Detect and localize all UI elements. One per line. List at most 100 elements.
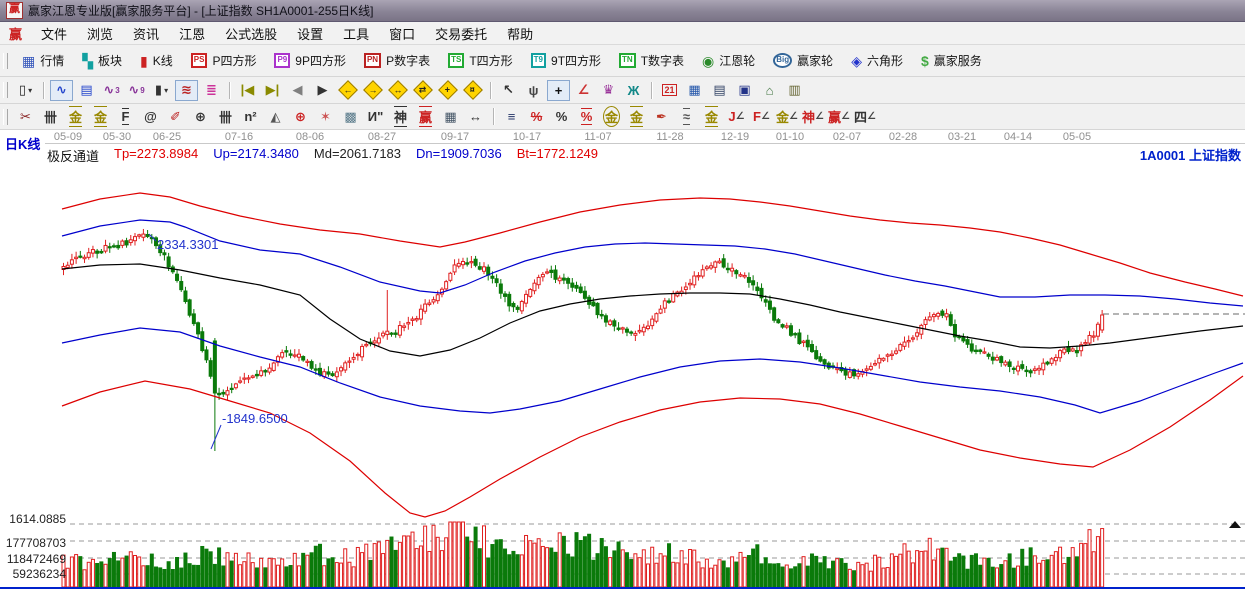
scroll-right-button[interactable]: ▶: [311, 80, 334, 101]
wave-band-button[interactable]: ≈: [675, 106, 698, 127]
mirror-angle-button[interactable]: ◭: [264, 106, 287, 127]
hexagon-button[interactable]: ◈六角形: [842, 50, 912, 71]
chart-canvas[interactable]: [0, 130, 1245, 589]
menu-help[interactable]: 帮助: [497, 22, 543, 45]
candle-style-selector[interactable]: ▮▾: [150, 80, 173, 101]
jump-first-button[interactable]: |◀: [236, 80, 259, 101]
t-number-table-button[interactable]: TNT数字表: [610, 50, 693, 71]
pattern-marker-button[interactable]: ≋: [175, 80, 198, 101]
memo-button[interactable]: ▤: [708, 80, 731, 101]
title-bar[interactable]: 赢 赢家江恩专业版[赢家服务平台] - [上证指数 SH1A0001-255日K…: [0, 0, 1245, 22]
f-angle-button[interactable]: F∠: [750, 106, 773, 127]
span-measure-button[interactable]: ↔: [464, 106, 487, 127]
save-icon: ▣: [738, 82, 750, 98]
crosshair-tool-button[interactable]: +: [547, 80, 570, 101]
gold-band-button[interactable]: 金: [700, 106, 723, 127]
menu-file[interactable]: 文件: [31, 22, 77, 45]
gann-clock-button[interactable]: ⊕: [189, 106, 212, 127]
menu-tools[interactable]: 工具: [333, 22, 379, 45]
toolbar-grip[interactable]: [3, 109, 8, 125]
save-button[interactable]: ▣: [733, 80, 756, 101]
knife-tool-button[interactable]: ✂: [14, 106, 37, 127]
market-quotes-button[interactable]: ▦行情: [13, 50, 73, 71]
sectors-button[interactable]: ▚板块: [73, 50, 131, 71]
jump-last-button[interactable]: ▶|: [261, 80, 284, 101]
toolbar-button-label: K线: [153, 52, 173, 69]
spiral-button[interactable]: @: [139, 106, 162, 127]
grid-burst-button[interactable]: ▩: [339, 106, 362, 127]
gold-price-button[interactable]: 金: [89, 106, 112, 127]
menu-browse[interactable]: 浏览: [77, 22, 123, 45]
wave-9-button[interactable]: ∿9: [125, 80, 148, 101]
shen-angle-button[interactable]: 神∠: [801, 106, 825, 127]
percent-slash-button[interactable]: %: [525, 106, 548, 127]
toolbar-grip[interactable]: [3, 53, 8, 69]
remote-button[interactable]: ▥: [783, 80, 806, 101]
percent-button[interactable]: %: [550, 106, 573, 127]
zoom-out-x-button[interactable]: ←: [336, 80, 359, 101]
info-panel-button[interactable]: ▤: [75, 80, 98, 101]
menu-trade[interactable]: 交易委托: [425, 22, 497, 45]
p-square-button[interactable]: PSP四方形: [182, 50, 266, 71]
gold-angle-button[interactable]: 金∠: [775, 106, 799, 127]
menu-window[interactable]: 窗口: [379, 22, 425, 45]
ying-angle-button[interactable]: 赢∠: [827, 106, 851, 127]
calculator-button[interactable]: ▦: [683, 80, 706, 101]
winner-service-button[interactable]: $赢家服务: [912, 50, 991, 71]
f-ruler-button[interactable]: F: [114, 106, 137, 127]
p-number-table-button[interactable]: PNP数字表: [355, 50, 439, 71]
winner-wheel-button[interactable]: Big赢家轮: [764, 50, 842, 71]
target-button[interactable]: ⊕: [289, 106, 312, 127]
gann-flower-button[interactable]: ♛: [597, 80, 620, 101]
zigzag-overlay-button[interactable]: ∿: [50, 80, 73, 101]
gold-circle-button[interactable]: 金: [600, 106, 623, 127]
time-ruler-button[interactable]: 卌: [39, 106, 62, 127]
shen-ruler-button[interactable]: 神: [389, 106, 412, 127]
zoom-reset-button[interactable]: ¤: [461, 80, 484, 101]
shen-angle-icon: 神: [802, 107, 815, 126]
nine-t-square-icon: T9: [531, 53, 546, 68]
percent-lines-button[interactable]: %: [575, 106, 598, 127]
sync-button[interactable]: ⌂: [758, 80, 781, 101]
spider-web-button[interactable]: Ж: [622, 80, 645, 101]
calendar-button[interactable]: 21: [658, 80, 681, 101]
n-mark-button[interactable]: И": [364, 106, 387, 127]
gann-wheel-button[interactable]: ◉江恩轮: [693, 50, 764, 71]
hand-tool-button[interactable]: ψ: [522, 80, 545, 101]
gold-angle-icon: 金: [776, 107, 789, 126]
gold-time-button[interactable]: 金: [64, 106, 87, 127]
zoom-in-all-button[interactable]: +: [436, 80, 459, 101]
angle-measure-button[interactable]: ∠: [572, 80, 595, 101]
burst-button[interactable]: ✶: [314, 106, 337, 127]
toolbar-grip[interactable]: [3, 82, 8, 98]
ink-pen-button[interactable]: ✒: [650, 106, 673, 127]
j-angle-button[interactable]: J∠: [725, 106, 748, 127]
volume-distribution-button[interactable]: ≣: [200, 80, 223, 101]
menu-formula-picker[interactable]: 公式选股: [215, 22, 287, 45]
wave-3-button[interactable]: ∿3: [100, 80, 123, 101]
four-angle-button[interactable]: 四∠: [853, 106, 877, 127]
menu-settings[interactable]: 设置: [287, 22, 333, 45]
menu-gann[interactable]: 江恩: [169, 22, 215, 45]
t-square-button[interactable]: TST四方形: [439, 50, 522, 71]
nine-t-square-button[interactable]: T99T四方形: [522, 50, 610, 71]
menu-news[interactable]: 资讯: [123, 22, 169, 45]
x-axis-date: 02-28: [889, 131, 917, 143]
price-ruler-button[interactable]: 卌: [214, 106, 237, 127]
volume-peak-marker: [1229, 521, 1241, 528]
ying-ruler-button[interactable]: 赢: [414, 106, 437, 127]
pointer-tool-button[interactable]: ↖: [497, 80, 520, 101]
n2-button[interactable]: n²: [239, 106, 262, 127]
nine-p-square-button[interactable]: P99P四方形: [265, 50, 354, 71]
grid-123-button[interactable]: ▦: [439, 106, 462, 127]
calculator-icon: ▦: [688, 82, 700, 98]
compress-x-button[interactable]: ⇄: [411, 80, 434, 101]
fib-levels-button[interactable]: ≡: [500, 106, 523, 127]
measure-pen-button[interactable]: ✐: [164, 106, 187, 127]
scroll-left-button[interactable]: ◀: [286, 80, 309, 101]
zoom-in-x-button[interactable]: →: [361, 80, 384, 101]
gold-channel-button[interactable]: 金: [625, 106, 648, 127]
period-selector[interactable]: ▯▾: [14, 80, 37, 101]
expand-x-button[interactable]: ↔: [386, 80, 409, 101]
kline-button[interactable]: ▮K线: [131, 50, 182, 71]
